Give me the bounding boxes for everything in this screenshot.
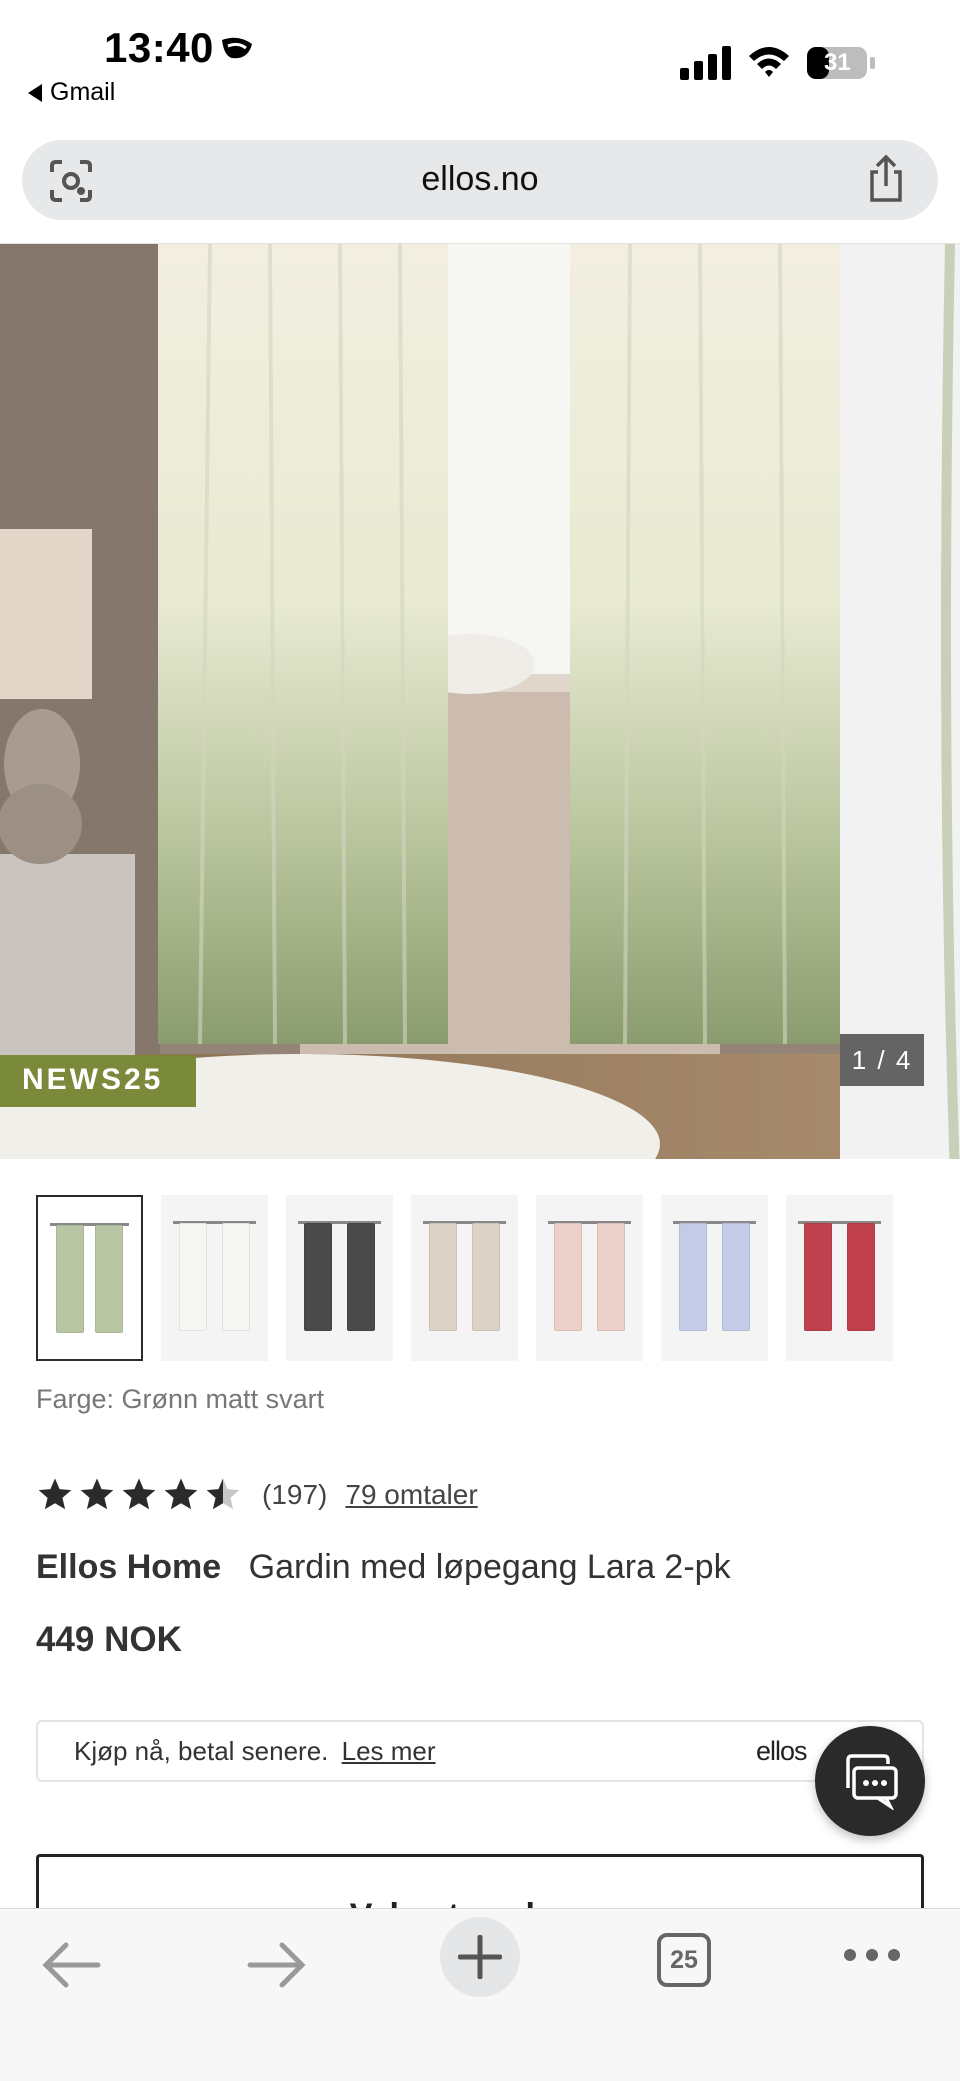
product-title: Ellos Home Gardin med løpegang Lara 2-pk (36, 1548, 731, 1587)
rating-count: (197) (262, 1479, 328, 1510)
status-bar: 13:40 Gmail 31 (0, 0, 960, 130)
product-image-carousel[interactable]: NEWS25 1 / 4 (0, 243, 960, 1159)
battery-icon: 31 (806, 46, 876, 80)
color-swatch-red[interactable] (786, 1195, 893, 1361)
color-swatch-white[interactable] (161, 1195, 268, 1361)
next-image-peek[interactable] (840, 244, 960, 1159)
image-counter: 1 / 4 (840, 1034, 924, 1086)
pay-later-banner: Kjøp nå, betal senere. Les mer ellos (36, 1720, 924, 1782)
campaign-badge: NEWS25 (0, 1055, 196, 1107)
curtain-panel (347, 1223, 375, 1331)
address-bar[interactable]: ellos.no (22, 140, 938, 220)
product-brand[interactable]: Ellos Home (36, 1548, 221, 1586)
rating-stars (36, 1476, 242, 1514)
color-swatch-black[interactable] (286, 1195, 393, 1361)
pay-later-message: Kjøp nå, betal senere. (74, 1736, 329, 1766)
cellular-signal-icon (680, 46, 731, 80)
back-to-gmail-link[interactable]: Gmail (28, 78, 115, 107)
url-text: ellos.no (421, 160, 539, 198)
curtain-panel (222, 1223, 250, 1331)
color-swatch-list (36, 1195, 893, 1361)
star-icon (38, 1478, 72, 1510)
curtain-panel (472, 1223, 500, 1331)
back-app-label: Gmail (50, 78, 116, 106)
back-arrow-icon[interactable] (40, 1937, 104, 1993)
reviews-link[interactable]: 79 omtaler (345, 1479, 477, 1511)
new-tab-button[interactable] (440, 1917, 520, 1997)
chat-button[interactable] (815, 1726, 925, 1836)
read-more-link[interactable]: Les mer (342, 1736, 436, 1766)
curtain-panel (679, 1223, 707, 1331)
share-icon[interactable] (864, 154, 908, 204)
wifi-icon (749, 47, 789, 77)
ellos-logo: ellos (756, 1736, 808, 1766)
curtain-panel (847, 1223, 875, 1331)
color-swatch-blue[interactable] (661, 1195, 768, 1361)
curtain-panel (554, 1223, 582, 1331)
curtain-panel (722, 1223, 750, 1331)
color-swatch-beige[interactable] (411, 1195, 518, 1361)
status-time: 13:40 (104, 24, 214, 71)
curtain-panel (804, 1223, 832, 1331)
more-options-icon[interactable] (842, 1945, 902, 1965)
star-icon (206, 1478, 240, 1510)
product-name: Gardin med løpegang Lara 2-pk (248, 1548, 731, 1586)
star-icon (164, 1478, 198, 1510)
back-triangle-icon (28, 83, 42, 102)
curtain-panel (597, 1223, 625, 1331)
forward-arrow-icon[interactable] (244, 1937, 308, 1993)
curtain-panel (429, 1223, 457, 1331)
browser-toolbar: 25 (0, 1908, 960, 2081)
sleep-focus-icon (222, 37, 252, 59)
curtain-panel (56, 1225, 84, 1333)
color-swatch-green[interactable] (36, 1195, 143, 1361)
pay-later-text: Kjøp nå, betal senere. Les mer (74, 1736, 436, 1767)
plus-icon (458, 1935, 502, 1979)
chat-bubbles-icon (846, 1754, 898, 1810)
battery-level: 31 (824, 49, 851, 76)
product-photo (0, 244, 840, 1159)
curtain-panel (179, 1223, 207, 1331)
product-price: 449 NOK (36, 1620, 182, 1659)
curtain-panel (95, 1225, 123, 1333)
star-icon (80, 1478, 114, 1510)
tab-switcher-button[interactable]: 25 (657, 1933, 711, 1987)
selected-color-label: Farge: Grønn matt svart (36, 1384, 325, 1414)
star-icon (122, 1478, 156, 1510)
color-swatch-pink[interactable] (536, 1195, 643, 1361)
rating-row: (197) 79 omtaler (36, 1474, 478, 1516)
curtain-panel (304, 1223, 332, 1331)
